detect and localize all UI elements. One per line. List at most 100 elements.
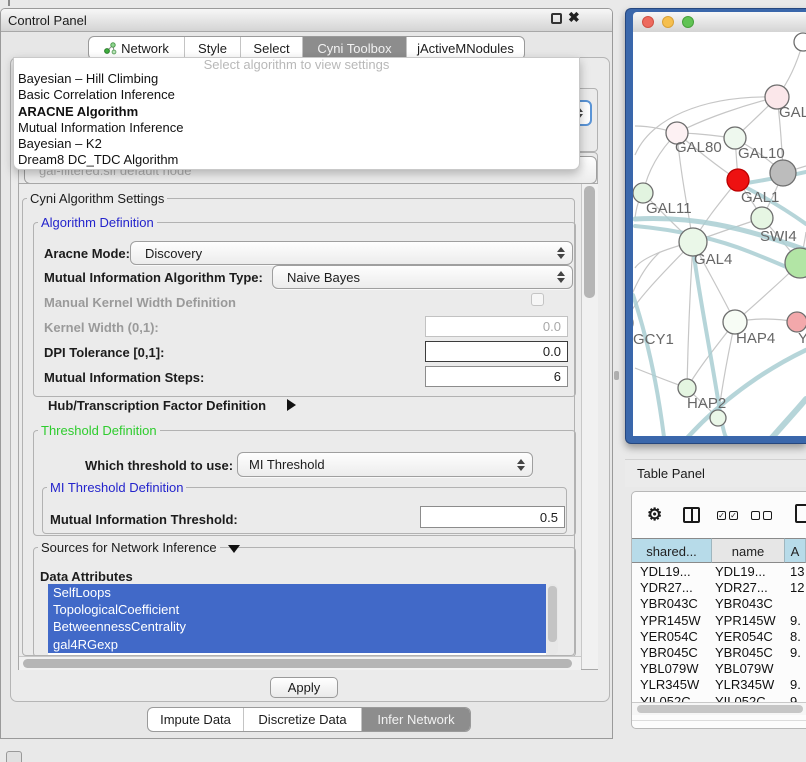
tab-style[interactable]: Style [184, 37, 240, 59]
tab-network[interactable]: Network [89, 37, 184, 59]
settings-vscrollbar-thumb[interactable] [584, 186, 595, 298]
table-cell[interactable]: YDL19... [640, 564, 691, 579]
dpi-tolerance-field[interactable]: 0.0 [425, 341, 568, 362]
gear-icon[interactable]: ⚙ [647, 506, 662, 523]
network-edge[interactable] [677, 97, 777, 133]
table-cell[interactable]: YBR043C [640, 596, 698, 611]
network-node[interactable] [770, 160, 796, 186]
network-node[interactable] [751, 207, 773, 229]
minimize-window-icon[interactable] [662, 16, 674, 28]
aracne-mode-label: Aracne Mode: [44, 246, 130, 261]
tab-jactivemnodules-label: jActiveMNodules [417, 41, 514, 56]
table-cell[interactable]: YBL079W [640, 661, 699, 676]
network-node[interactable] [727, 169, 749, 191]
minimized-panel-icon[interactable] [6, 751, 22, 762]
table-cell[interactable]: 13 [790, 564, 804, 579]
checked-boxes-icon[interactable]: ✓ ✓ [717, 511, 738, 520]
network-canvas[interactable]: GALGAL80GAL10GAL1GAL11GAL4SWI4GCY1HAP4YH… [633, 32, 806, 436]
table-cell[interactable]: 9. [790, 677, 801, 692]
mi-algorithm-type-combo[interactable]: Naive Bayes [272, 265, 573, 289]
table-cell[interactable]: YBL079W [715, 661, 774, 676]
application-root: Control Panel ✖ Network Style Select Cyn… [0, 0, 806, 762]
network-view-titlebar[interactable] [633, 12, 806, 33]
table-cell[interactable]: 9 [790, 694, 797, 702]
mi-steps-field[interactable]: 6 [425, 366, 568, 387]
mi-algorithm-type-value: Naive Bayes [273, 270, 360, 285]
tab-select[interactable]: Select [240, 37, 302, 59]
popup-algorithm-item[interactable]: ARACNE Algorithm [14, 104, 579, 120]
popup-algorithm-item[interactable]: Basic Correlation Inference [14, 87, 579, 103]
table-cell[interactable]: YLR345W [715, 677, 774, 692]
table-cell[interactable]: 12 [790, 580, 804, 595]
close-window-icon[interactable] [642, 16, 654, 28]
network-node[interactable] [710, 410, 726, 426]
unchecked-boxes-icon[interactable] [751, 511, 772, 520]
table-doc-icon[interactable] [795, 504, 806, 523]
hub-section-label[interactable]: Hub/Transcription Factor Definition [48, 398, 266, 413]
table-cell[interactable]: YDR27... [715, 580, 768, 595]
split-columns-icon[interactable] [683, 507, 700, 523]
table-cell[interactable]: YIL052C [715, 694, 766, 702]
zoom-window-icon[interactable] [682, 16, 694, 28]
tab-impute-data[interactable]: Impute Data [148, 708, 243, 731]
network-node-label: GAL [779, 104, 806, 121]
popup-algorithm-item[interactable]: Dream8 DC_TDC Algorithm [14, 152, 579, 168]
mi-threshold-field[interactable]: 0.5 [420, 506, 565, 528]
table-cell[interactable]: YDL19... [715, 564, 766, 579]
table-cell[interactable]: 8. [790, 629, 801, 644]
popup-algorithm-item[interactable]: Bayesian – K2 [14, 136, 579, 152]
which-threshold-combo[interactable]: MI Threshold [237, 452, 533, 477]
expand-right-icon[interactable] [287, 399, 296, 411]
table-column-header[interactable]: shared... [632, 538, 712, 563]
network-node[interactable] [787, 312, 806, 332]
table-column-header[interactable]: A [785, 538, 806, 563]
aracne-mode-combo[interactable]: Discovery [130, 241, 573, 265]
data-attribute-item[interactable]: BetweennessCentrality [48, 618, 546, 635]
kernel-width-field[interactable]: 0.0 [425, 316, 568, 337]
table-cell[interactable]: YIL052C [640, 694, 691, 702]
panel-splitter-handle[interactable] [614, 371, 619, 380]
control-panel-titlebar[interactable] [1, 9, 612, 32]
cyni-settings-title: Cyni Algorithm Settings [27, 191, 167, 206]
window-edge-artifact [8, 0, 10, 6]
table-cell[interactable]: YBR045C [715, 645, 773, 660]
tab-cyni-toolbox[interactable]: Cyni Toolbox [302, 37, 406, 59]
aracne-mode-value: Discovery [131, 246, 202, 261]
table-cell[interactable]: YLR345W [640, 677, 699, 692]
table-cell[interactable]: 9. [790, 613, 801, 628]
collapse-down-icon[interactable] [228, 545, 240, 553]
attributes-scrollbar-thumb[interactable] [548, 586, 557, 642]
table-cell[interactable]: YBR043C [715, 596, 773, 611]
table-cell[interactable]: YPR145W [640, 613, 701, 628]
settings-vscrollbar-track[interactable] [581, 184, 598, 669]
network-edge-highlighted[interactable] [770, 399, 806, 436]
table-hscrollbar-thumb[interactable] [637, 705, 803, 713]
table-column-header[interactable]: name [712, 538, 785, 563]
popup-algorithm-item[interactable]: Bayesian – Hill Climbing [14, 71, 579, 87]
tab-discretize-data[interactable]: Discretize Data [243, 708, 361, 731]
network-node[interactable] [794, 33, 806, 51]
table-cell[interactable]: 9. [790, 645, 801, 660]
network-node-label: SWI4 [760, 228, 797, 245]
attributes-scrollbar-track[interactable] [547, 584, 558, 655]
network-edge[interactable] [687, 242, 693, 388]
close-panel-icon[interactable]: ✖ [568, 9, 580, 26]
table-cell[interactable]: YER054C [715, 629, 773, 644]
settings-hscrollbar-thumb[interactable] [23, 659, 572, 668]
popup-algorithm-item[interactable]: Mutual Information Inference [14, 120, 579, 136]
tab-jactivemnodules[interactable]: jActiveMNodules [406, 37, 524, 59]
tab-infer-network[interactable]: Infer Network [361, 708, 470, 731]
settings-hscrollbar-track[interactable] [19, 656, 581, 670]
manual-kernel-checkbox[interactable] [531, 293, 544, 306]
data-attribute-item[interactable]: gal4RGexp [48, 636, 546, 653]
table-cell[interactable]: YER054C [640, 629, 698, 644]
network-edge[interactable] [633, 242, 693, 323]
table-cell[interactable]: YDR27... [640, 580, 693, 595]
table-cell[interactable]: YPR145W [715, 613, 776, 628]
data-attribute-item[interactable]: TopologicalCoefficient [48, 601, 546, 618]
apply-button[interactable]: Apply [270, 677, 338, 698]
network-edge-highlighted[interactable] [633, 295, 664, 436]
table-cell[interactable]: YBR045C [640, 645, 698, 660]
data-attribute-item[interactable]: SelfLoops [48, 584, 546, 601]
float-panel-icon[interactable] [551, 13, 562, 24]
